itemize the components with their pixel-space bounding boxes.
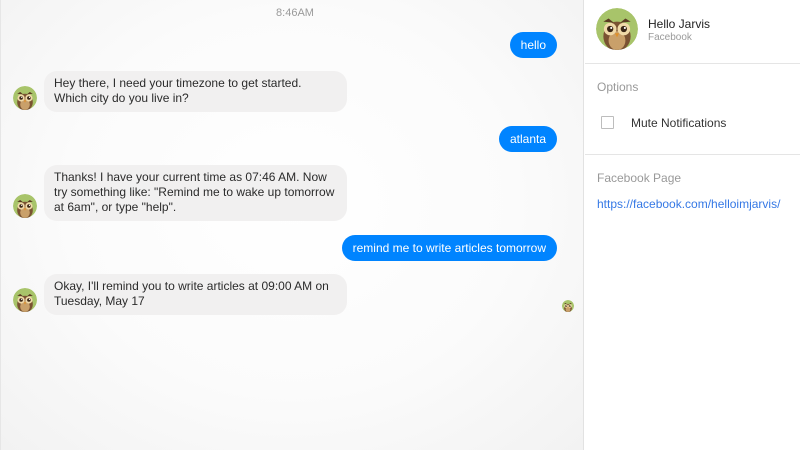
contact-name[interactable]: Hello Jarvis xyxy=(648,17,710,31)
facebook-page-link[interactable]: https://facebook.com/helloimjarvis/ xyxy=(597,197,780,211)
owl-avatar-icon xyxy=(13,194,37,218)
incoming-message: Hey there, I need your timezone to get s… xyxy=(44,71,347,112)
contact-sidebar: Hello Jarvis Facebook Options Mute Notif… xyxy=(585,0,800,450)
message-timestamp: 8:46AM xyxy=(276,7,314,19)
panel-edge xyxy=(0,0,1,450)
divider xyxy=(585,63,800,64)
owl-avatar-icon xyxy=(13,86,37,110)
outgoing-message: hello xyxy=(509,32,557,58)
owl-avatar-icon[interactable] xyxy=(596,8,638,50)
incoming-message: Okay, I'll remind you to write articles … xyxy=(44,274,347,315)
contact-source: Facebook xyxy=(648,32,692,43)
options-heading: Options xyxy=(597,80,639,94)
outgoing-message: remind me to write articles tomorrow xyxy=(341,235,557,261)
facebook-page-heading: Facebook Page xyxy=(597,171,682,185)
mute-notifications-label[interactable]: Mute Notifications xyxy=(631,116,726,130)
owl-avatar-icon xyxy=(13,288,37,312)
conversation-panel: 8:46AM hello Hey there, I need your time… xyxy=(0,0,584,450)
owl-seen-icon xyxy=(562,300,574,312)
mute-notifications-checkbox[interactable] xyxy=(601,116,614,129)
incoming-message: Thanks! I have your current time as 07:4… xyxy=(44,165,347,221)
outgoing-message: atlanta xyxy=(498,126,557,152)
divider xyxy=(585,154,800,155)
